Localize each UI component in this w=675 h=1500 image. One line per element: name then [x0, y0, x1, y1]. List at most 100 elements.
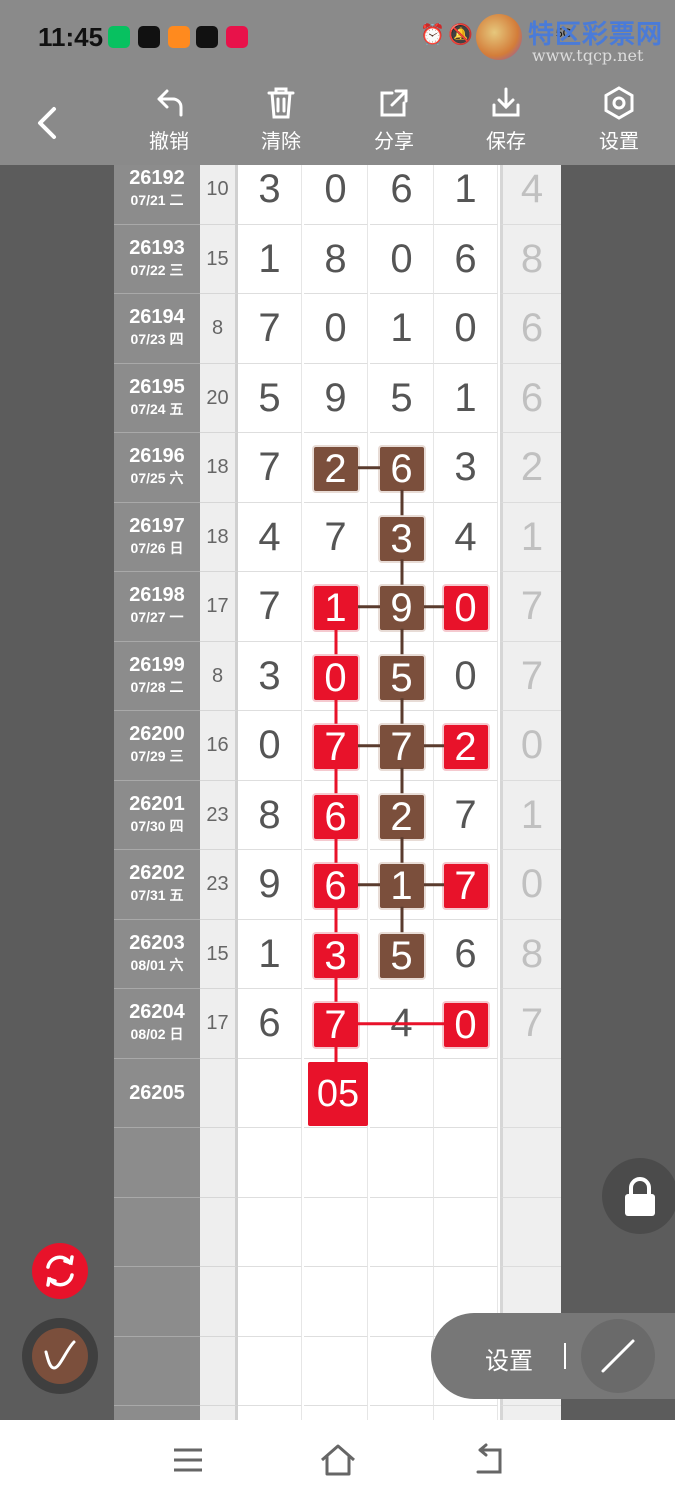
digit-cell[interactable]: 3: [304, 919, 368, 989]
trend-chart-grid[interactable]: 26192 07/21 二 10 3 0 6 1 4 26193 07/22 三 15 1 8 0 6 8 26…: [114, 165, 561, 1420]
digit-cell[interactable]: 5: [370, 363, 434, 433]
digit-cell[interactable]: 6: [304, 850, 368, 920]
pen-button[interactable]: [22, 1318, 98, 1394]
digit-cell[interactable]: 3: [238, 165, 302, 225]
prediction-badge[interactable]: 05: [308, 1061, 368, 1126]
back-nav-button[interactable]: [468, 1442, 508, 1478]
digit-cell[interactable]: [304, 1406, 368, 1420]
digit-cell[interactable]: [238, 1267, 302, 1337]
digit-cell[interactable]: [370, 1336, 434, 1406]
digit-cell[interactable]: 6: [304, 780, 368, 850]
refresh-button[interactable]: [32, 1243, 88, 1299]
digit-cell[interactable]: [304, 1267, 368, 1337]
digit-cell[interactable]: 0: [370, 224, 434, 294]
digit-cell[interactable]: [304, 1336, 368, 1406]
line-tool-button[interactable]: [581, 1319, 655, 1393]
digit-cell[interactable]: 4: [238, 502, 302, 572]
digit-cell[interactable]: 3: [370, 502, 434, 572]
red-marked-digit[interactable]: 7: [313, 1003, 358, 1048]
digit-cell[interactable]: 9: [238, 850, 302, 920]
digit-cell[interactable]: 7: [238, 294, 302, 364]
digit-cell[interactable]: [304, 1128, 368, 1198]
digit-cell[interactable]: [304, 1197, 368, 1267]
digit-cell[interactable]: 1: [238, 919, 302, 989]
digit-cell[interactable]: [238, 1336, 302, 1406]
brown-marked-digit[interactable]: 5: [379, 933, 424, 978]
digit-cell[interactable]: [370, 1128, 434, 1198]
digit-cell[interactable]: 1: [304, 572, 368, 642]
digit-cell[interactable]: 9: [370, 572, 434, 642]
digit-cell[interactable]: 1: [370, 850, 434, 920]
digit-cell[interactable]: 0: [304, 165, 368, 225]
digit-cell[interactable]: 9: [304, 363, 368, 433]
red-marked-digit[interactable]: 1: [313, 586, 358, 631]
digit-cell[interactable]: 8: [304, 224, 368, 294]
menu-button[interactable]: [168, 1442, 208, 1478]
digit-cell[interactable]: 5: [370, 641, 434, 711]
red-marked-digit[interactable]: 3: [313, 933, 358, 978]
red-marked-digit[interactable]: 7: [443, 864, 488, 909]
digit-cell[interactable]: [434, 1058, 498, 1128]
red-marked-digit[interactable]: 0: [443, 1003, 488, 1048]
back-button[interactable]: [28, 103, 68, 143]
digit-cell[interactable]: 0: [434, 572, 498, 642]
floating-settings-label[interactable]: 设置: [485, 1341, 533, 1376]
undo-button[interactable]: 撤销: [129, 85, 209, 161]
digit-cell[interactable]: [370, 1058, 434, 1128]
digit-cell[interactable]: 0: [434, 294, 498, 364]
digit-cell[interactable]: 7: [370, 711, 434, 781]
clear-button[interactable]: 清除: [241, 85, 321, 161]
brown-marked-digit[interactable]: 2: [313, 447, 358, 492]
settings-button[interactable]: 设置: [579, 85, 659, 161]
brown-marked-digit[interactable]: 5: [379, 655, 424, 700]
digit-cell[interactable]: 6: [434, 224, 498, 294]
digit-cell[interactable]: [370, 1197, 434, 1267]
digit-cell[interactable]: [434, 1197, 498, 1267]
red-marked-digit[interactable]: 7: [313, 725, 358, 770]
digit-cell[interactable]: 4: [434, 502, 498, 572]
red-marked-digit[interactable]: 6: [313, 864, 358, 909]
digit-cell[interactable]: 2: [434, 711, 498, 781]
brown-marked-digit[interactable]: 3: [379, 516, 424, 561]
digit-cell[interactable]: 8: [238, 780, 302, 850]
digit-cell[interactable]: 1: [370, 294, 434, 364]
digit-cell[interactable]: [238, 1058, 302, 1128]
digit-cell[interactable]: 7: [304, 711, 368, 781]
red-marked-digit[interactable]: 2: [443, 725, 488, 770]
digit-cell[interactable]: 5: [370, 919, 434, 989]
home-button[interactable]: [318, 1442, 358, 1478]
brown-marked-digit[interactable]: 6: [379, 447, 424, 492]
brown-marked-digit[interactable]: 7: [379, 725, 424, 770]
brown-marked-digit[interactable]: 1: [379, 864, 424, 909]
digit-cell[interactable]: 6: [434, 919, 498, 989]
save-button[interactable]: 保存: [466, 85, 546, 161]
digit-cell[interactable]: 7: [304, 502, 368, 572]
digit-cell[interactable]: 2: [370, 780, 434, 850]
digit-cell[interactable]: [238, 1406, 302, 1420]
digit-cell[interactable]: 2: [304, 433, 368, 503]
digit-cell[interactable]: [238, 1128, 302, 1198]
digit-cell[interactable]: 7: [434, 780, 498, 850]
digit-cell[interactable]: 3: [238, 641, 302, 711]
digit-cell[interactable]: 6: [370, 433, 434, 503]
digit-cell[interactable]: 7: [238, 572, 302, 642]
digit-cell[interactable]: 6: [238, 989, 302, 1059]
digit-cell[interactable]: 6: [370, 165, 434, 225]
digit-cell[interactable]: [434, 1128, 498, 1198]
red-marked-digit[interactable]: 6: [313, 794, 358, 839]
digit-cell[interactable]: 0: [434, 641, 498, 711]
digit-cell[interactable]: 7: [304, 989, 368, 1059]
digit-cell[interactable]: 0: [238, 711, 302, 781]
digit-cell[interactable]: [370, 1406, 434, 1420]
digit-cell[interactable]: 1: [238, 224, 302, 294]
digit-cell[interactable]: 7: [238, 433, 302, 503]
red-marked-digit[interactable]: 0: [313, 655, 358, 700]
red-marked-digit[interactable]: 0: [443, 586, 488, 631]
lock-button[interactable]: [602, 1158, 675, 1234]
digit-cell[interactable]: 1: [434, 363, 498, 433]
digit-cell[interactable]: [370, 1267, 434, 1337]
digit-cell[interactable]: 4: [370, 989, 434, 1059]
digit-cell[interactable]: 5: [238, 363, 302, 433]
digit-cell[interactable]: 0: [304, 641, 368, 711]
share-button[interactable]: 分享: [354, 85, 434, 161]
